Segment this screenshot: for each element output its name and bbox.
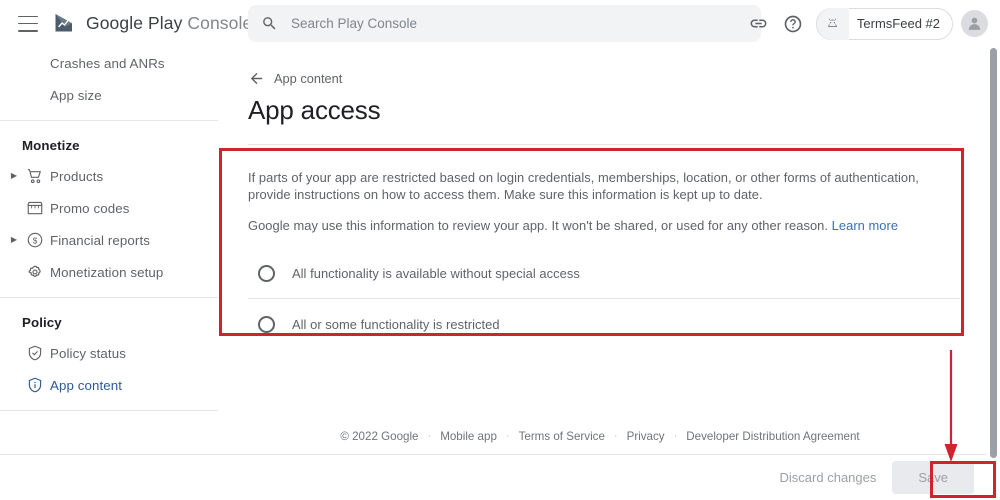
description-paragraph-2-text: Google may use this information to revie… [248,218,829,233]
sidebar-item-app-content[interactable]: App content [0,369,218,401]
app-access-card: If parts of your app are restricted base… [248,169,960,349]
arrow-left-icon [250,72,263,85]
description-paragraph-1: If parts of your app are restricted base… [248,170,919,202]
brand-title-light: Console [187,13,253,33]
radio-button-icon[interactable] [258,315,275,333]
sidebar-item-label: Crashes and ANRs [50,55,165,71]
help-circle-icon[interactable] [776,7,810,41]
shield-check-icon [20,344,50,362]
sidebar-section-monetize: Monetize [22,137,80,153]
brand-title: Google Play Console [86,13,252,34]
footer-separator: · [505,430,510,442]
radio-option-label: All or some functionality is restricted [292,316,500,332]
top-app-bar: Google Play Console Search Play Console … [0,0,1000,47]
sidebar-item-label: App content [50,377,123,393]
sidebar-item-monetization-setup[interactable]: Monetization setup [0,256,218,288]
page-footer: © 2022 Google · Mobile app · Terms of Se… [218,418,982,454]
chevron-right-icon[interactable]: ▶ [8,236,20,244]
link-icon[interactable] [742,7,776,41]
sidebar-item-products[interactable]: ▶ Products [0,160,218,192]
sidebar-item-app-size[interactable]: App size [0,79,218,111]
brand-title-bold: Google Play [86,13,183,33]
sidebar-item-label: Policy status [50,345,126,361]
sidebar-divider [0,297,218,298]
back-to-app-content-link[interactable]: App content [248,70,342,87]
search-input[interactable] [291,16,721,31]
back-link-label: App content [274,71,343,86]
account-chip-label: TermsFeed #2 [856,16,940,31]
footer-link-developer-distribution-agreement[interactable]: Developer Distribution Agreement [686,430,859,443]
brand-logo-link[interactable]: Google Play Console [52,11,252,37]
title-divider [248,144,952,145]
shopping-cart-icon [20,167,50,185]
bottom-action-bar: Discard changes Save [0,455,1000,500]
sidebar-item-label: Financial reports [50,232,150,248]
sidebar-item-financial-reports[interactable]: ▶ $ Financial reports [0,224,218,256]
gear-icon [20,263,50,281]
search-bar[interactable] [248,5,761,42]
sidebar-item-label: App size [50,87,102,103]
radio-option-label: All functionality is available without s… [292,265,580,281]
top-bar-actions: TermsFeed #2 [742,0,988,47]
sidebar-item-label: Promo codes [50,200,130,216]
radio-button-icon[interactable] [258,264,275,282]
page-title: App access [248,95,381,125]
hamburger-menu-icon[interactable] [18,15,38,32]
account-chip[interactable]: TermsFeed #2 [815,7,953,40]
footer-link-privacy[interactable]: Privacy [627,430,665,443]
user-avatar-icon[interactable] [961,10,988,37]
vertical-scrollbar-thumb[interactable] [990,48,997,458]
sidebar-divider [0,410,218,411]
dollar-circle-icon: $ [20,231,50,249]
left-sidebar: Crashes and ANRs App size Monetize ▶ Pro… [0,47,218,500]
learn-more-link[interactable]: Learn more [832,218,898,233]
sidebar-divider [0,120,218,121]
discard-changes-button[interactable]: Discard changes [770,462,887,493]
footer-link-terms-of-service[interactable]: Terms of Service [519,430,605,443]
sidebar-section-policy: Policy [22,314,62,330]
footer-copyright: © 2022 Google [340,429,419,443]
search-icon [263,17,276,30]
chevron-right-icon[interactable]: ▶ [8,172,20,180]
footer-link-mobile-app[interactable]: Mobile app [440,430,497,443]
sidebar-item-label: Products [50,168,104,184]
save-button[interactable]: Save [892,461,974,494]
android-app-icon [816,7,849,40]
description-paragraph-2: Google may use this information to revie… [248,217,954,234]
sidebar-item-label: Monetization setup [50,264,164,280]
play-console-logo [55,13,72,31]
radio-option-all-functionality-available[interactable]: All functionality is available without s… [248,248,960,298]
sidebar-item-policy-status[interactable]: Policy status [0,337,218,369]
footer-separator: · [427,430,432,442]
footer-separator: · [613,430,618,442]
sidebar-item-promo-codes[interactable]: Promo codes [0,192,218,224]
radio-option-functionality-restricted[interactable]: All or some functionality is restricted [248,299,960,349]
svg-text:$: $ [33,236,38,245]
storefront-icon [20,199,50,217]
shield-info-icon [20,376,50,394]
play-console-page: Google Play Console Search Play Console … [0,0,1000,500]
sidebar-item-crashes-and-anrs[interactable]: Crashes and ANRs [0,47,218,79]
footer-separator: · [673,430,678,442]
